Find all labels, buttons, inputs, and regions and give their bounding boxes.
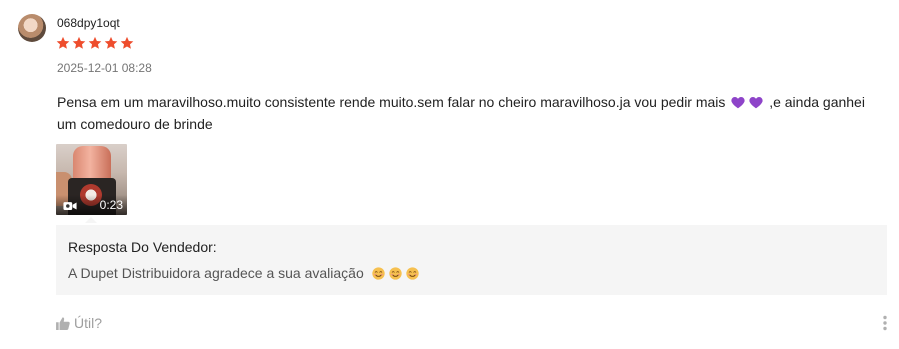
selected-media-caret-icon	[85, 217, 97, 223]
video-duration: 0:23	[99, 198, 123, 212]
review-video-thumbnail[interactable]: 0:23	[56, 144, 127, 215]
helpful-button[interactable]: Útil?	[56, 315, 102, 331]
review-text-part1: Pensa em um maravilhoso.muito consistent…	[57, 94, 730, 110]
star-icon	[88, 36, 102, 49]
purple-heart-icon	[749, 96, 763, 109]
smiling-face-icon	[388, 267, 402, 280]
star-icon	[72, 36, 86, 49]
smiling-face-icon	[371, 267, 385, 280]
smiling-face-icon	[405, 267, 419, 280]
purple-heart-icon	[731, 96, 745, 109]
more-vertical-icon[interactable]	[880, 315, 890, 331]
review-text: Pensa em um maravilhoso.muito consistent…	[57, 91, 887, 135]
thumbs-up-icon	[56, 316, 70, 330]
review-date: 2025-12-01 08:28	[57, 61, 152, 75]
star-icon	[56, 36, 70, 49]
product-bottle-cap	[73, 146, 111, 182]
seller-reply-title: Resposta Do Vendedor:	[68, 239, 217, 255]
seller-reply-text: A Dupet Distribuidora agradece a sua ava…	[68, 265, 364, 281]
seller-reply-text-row: A Dupet Distribuidora agradece a sua ava…	[68, 265, 419, 281]
star-icon	[104, 36, 118, 49]
reviewer-username: 068dpy1oqt	[57, 16, 120, 30]
video-camera-icon	[63, 202, 77, 210]
avatar[interactable]	[18, 14, 46, 42]
seller-reply: Resposta Do Vendedor: A Dupet Distribuid…	[56, 225, 887, 295]
star-rating	[56, 36, 134, 50]
star-icon	[120, 36, 134, 49]
helpful-label: Útil?	[74, 315, 103, 331]
